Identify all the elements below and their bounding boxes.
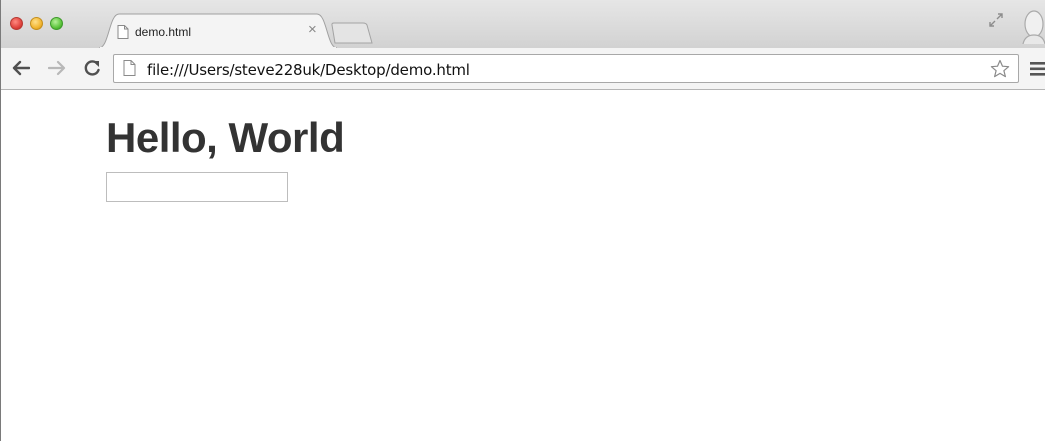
address-bar[interactable]: file:///Users/steve228uk/Desktop/demo.ht… bbox=[113, 54, 1019, 83]
browser-window: demo.html × file:///Users/steve228uk/Des… bbox=[0, 0, 1045, 441]
back-arrow-icon[interactable] bbox=[12, 60, 30, 76]
address-url[interactable]: file:///Users/steve228uk/Desktop/demo.ht… bbox=[147, 61, 470, 79]
forward-arrow-icon[interactable] bbox=[48, 60, 66, 76]
text-input[interactable] bbox=[106, 172, 288, 202]
profile-icon[interactable] bbox=[1020, 8, 1045, 44]
zoom-window-icon[interactable] bbox=[50, 17, 63, 30]
star-icon[interactable] bbox=[990, 59, 1010, 78]
minimize-window-icon[interactable] bbox=[30, 17, 43, 30]
tab-title: demo.html bbox=[135, 25, 192, 39]
page-document-icon bbox=[123, 60, 136, 76]
tab-demo[interactable]: demo.html × bbox=[99, 13, 337, 48]
fullscreen-icon[interactable] bbox=[988, 12, 1004, 28]
tab-close-icon[interactable]: × bbox=[308, 22, 317, 37]
reload-icon[interactable] bbox=[83, 59, 101, 77]
browser-toolbar: file:///Users/steve228uk/Desktop/demo.ht… bbox=[1, 48, 1045, 90]
close-window-icon[interactable] bbox=[10, 17, 23, 30]
page-content: Hello, World bbox=[1, 90, 1045, 441]
menu-icon[interactable] bbox=[1030, 62, 1045, 76]
document-icon bbox=[117, 25, 129, 39]
tab-strip: demo.html × bbox=[1, 0, 1045, 48]
page-heading: Hello, World bbox=[106, 114, 345, 161]
new-tab-icon[interactable] bbox=[331, 22, 373, 44]
